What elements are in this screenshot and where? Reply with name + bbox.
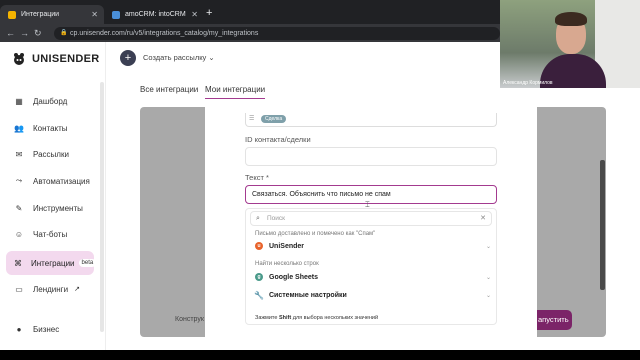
integrations-tabs: Все интеграции Мои интеграции: [106, 76, 500, 100]
sidebar-scrollbar[interactable]: [100, 82, 104, 332]
dashboard-icon: ▦: [15, 96, 23, 106]
bot-icon: ☺: [14, 229, 24, 239]
beta-badge: beta: [78, 259, 97, 267]
browser-tab-amocrm[interactable]: amoCRM: intoCRM ✕: [104, 5, 204, 24]
drag-handle-icon[interactable]: ☰: [249, 115, 254, 122]
sidebar-item-label: Инструменты: [33, 203, 83, 213]
new-tab-button[interactable]: +: [206, 7, 212, 19]
option-label: Системные настройки: [269, 291, 347, 299]
sidebar-item-mailings[interactable]: ✉ Рассылки: [6, 143, 94, 165]
search-input[interactable]: ⌕ Поиск ✕: [250, 211, 492, 226]
brand-name: UNISENDER: [32, 53, 100, 65]
sidebar-item-label: Лендинги: [33, 284, 69, 294]
option-unisender[interactable]: u UniSender ⌄: [255, 242, 491, 250]
automation-icon: ⤳: [15, 176, 23, 185]
browser-tab-label: amoCRM: intoCRM: [125, 11, 186, 18]
address-bar-row: ← → ↻ 🔒 cp.unisender.com/ru/v5/integrati…: [0, 24, 500, 42]
sidebar-item-label: Автоматизация: [33, 176, 90, 186]
create-mailing-label: Создать рассылку: [143, 53, 207, 62]
create-mailing-dropdown[interactable]: Создать рассылку ⌄: [143, 53, 215, 62]
unisender-logo-icon: [14, 53, 24, 65]
action-settings-modal: ☰ Сделка ID контакта/сделки Текст * Связ…: [205, 107, 537, 360]
presenter-hair: [555, 12, 587, 26]
variable-dropdown: ⌕ Поиск ✕ Письмо доставлено и помечено к…: [245, 208, 497, 325]
forward-icon[interactable]: →: [20, 28, 29, 38]
group-title: Письмо доставлено и помечено как "Спам": [255, 231, 376, 237]
hint-suffix: для выбора нескольких значений: [292, 315, 379, 321]
group-title: Найти несколько строк: [255, 261, 319, 267]
tab-all-integrations[interactable]: Все интеграции: [140, 85, 198, 94]
google-sheets-icon: g: [255, 273, 263, 281]
browser-tab-bar: Интеграции ✕ amoCRM: intoCRM ✕ +: [0, 0, 500, 24]
sidebar-item-label: Дашборд: [33, 96, 68, 106]
webcam-overlay: Александр Кормилов: [500, 0, 640, 88]
url-field[interactable]: 🔒 cp.unisender.com/ru/v5/integrations_ca…: [54, 27, 500, 40]
browser-tab-integrations[interactable]: Интеграции ✕: [0, 5, 104, 24]
sidebar-item-label: Чат-боты: [33, 229, 68, 239]
text-label: Текст *: [245, 173, 269, 182]
hint-key: Shift: [278, 315, 292, 321]
chevron-down-icon: ⌄: [485, 292, 491, 299]
sidebar-item-label: Интеграции: [31, 258, 75, 268]
chevron-down-icon: ⌄: [208, 53, 215, 62]
sidebar-item-label: Рассылки: [33, 149, 69, 159]
option-label: Google Sheets: [269, 273, 319, 281]
close-tab-icon[interactable]: ✕: [91, 10, 98, 19]
landing-icon: ▭: [15, 284, 23, 294]
favicon-icon: [8, 10, 16, 19]
hint-prefix: Зажмите: [255, 315, 278, 321]
brand-logo[interactable]: UNISENDER: [12, 52, 100, 66]
letterbox-bar: [0, 350, 640, 360]
tools-icon: ✎: [15, 203, 23, 213]
sidebar-item-integrations[interactable]: ⌘ Интеграции beta: [6, 251, 97, 275]
clear-icon[interactable]: ✕: [480, 212, 486, 225]
background-constructor-text: Конструк: [175, 316, 204, 323]
unisender-icon: u: [255, 242, 263, 250]
wrench-icon: 🔧: [254, 290, 264, 300]
contacts-icon: 👥: [14, 123, 24, 133]
lock-icon: 🔒: [60, 30, 68, 36]
chevron-down-icon: ⌄: [485, 243, 491, 250]
id-field[interactable]: [245, 147, 497, 166]
integrations-icon: ⌘: [14, 258, 22, 268]
option-label: UniSender: [269, 242, 305, 250]
screen: Интеграции ✕ amoCRM: intoCRM ✕ + ← → ↻ 🔒…: [0, 0, 640, 360]
tab-my-integrations[interactable]: Мои интеграции: [205, 85, 266, 99]
external-link-icon: ↗: [74, 286, 80, 293]
option-system-settings[interactable]: 🔧 Системные настройки ⌄: [254, 290, 491, 300]
sidebar-item-landings[interactable]: ▭ Лендинги ↗: [6, 278, 94, 300]
option-google-sheets[interactable]: g Google Sheets ⌄: [255, 273, 491, 281]
sidebar-item-tools[interactable]: ✎ Инструменты: [6, 197, 94, 219]
top-bar: + Создать рассылку ⌄: [106, 42, 500, 76]
create-plus-button[interactable]: +: [120, 50, 136, 66]
url-text: cp.unisender.com/ru/v5/integrations_cata…: [70, 30, 259, 37]
browser-tab-label: Интеграции: [21, 11, 60, 18]
sidebar: UNISENDER ▦ Дашборд 👥 Контакты ✉ Рассылк…: [0, 42, 106, 360]
presenter-name: Александр Кормилов: [503, 80, 553, 86]
search-placeholder: Поиск: [267, 215, 286, 222]
favicon-icon: [112, 10, 120, 19]
reload-icon[interactable]: ↻: [34, 28, 42, 39]
id-label: ID контакта/сделки: [245, 135, 311, 144]
text-field[interactable]: Связаться. Объяснить что письмо не спам: [245, 185, 497, 204]
sidebar-item-label: Контакты: [33, 123, 68, 133]
back-icon[interactable]: ←: [6, 28, 15, 38]
mail-icon: ✉: [15, 149, 23, 159]
search-icon: ⌕: [256, 215, 260, 222]
sidebar-item-business[interactable]: ● Бизнес: [6, 318, 94, 340]
sidebar-item-chatbots[interactable]: ☺ Чат-боты: [6, 223, 94, 245]
deal-badge: Сделка: [261, 115, 287, 123]
multi-select-hint: Зажмите Shift для выбора нескольких знач…: [255, 315, 378, 321]
sidebar-item-contacts[interactable]: 👥 Контакты: [6, 117, 94, 139]
business-icon: ●: [16, 324, 22, 334]
chevron-down-icon: ⌄: [485, 274, 491, 281]
page-scrollbar[interactable]: [600, 160, 605, 290]
sidebar-item-label: Бизнес: [33, 324, 60, 334]
sidebar-item-dashboard[interactable]: ▦ Дашборд: [6, 90, 94, 112]
sidebar-item-automation[interactable]: ⤳ Автоматизация: [6, 170, 94, 192]
close-tab-icon[interactable]: ✕: [191, 10, 198, 19]
